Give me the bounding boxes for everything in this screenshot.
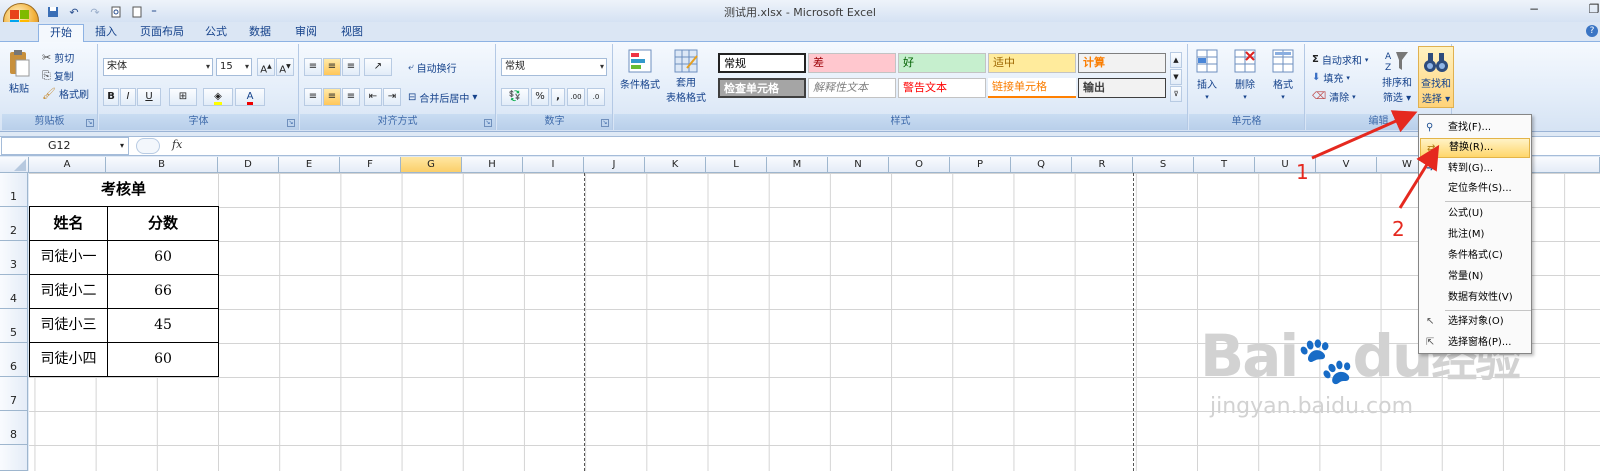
arrow-to-replace xyxy=(1398,144,1440,209)
arrow-to-find-select xyxy=(1311,110,1418,160)
annotation-step-2: 2 xyxy=(1392,217,1405,241)
annotation-arrows xyxy=(1311,110,1440,209)
annotation-step-1: 1 xyxy=(1296,160,1309,184)
